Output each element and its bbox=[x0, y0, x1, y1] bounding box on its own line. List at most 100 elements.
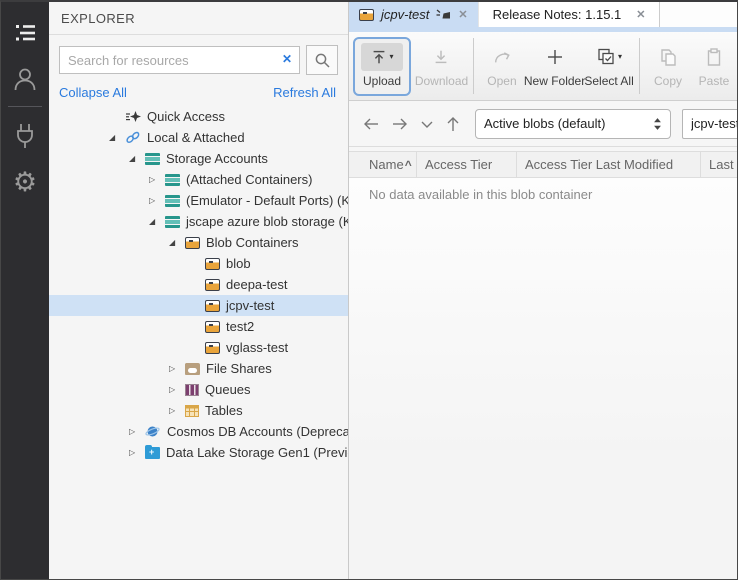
temporary-tab-icon bbox=[436, 8, 451, 21]
twisty-collapsed-icon[interactable]: ▷ bbox=[169, 386, 185, 394]
twisty-collapsed-icon[interactable]: ▷ bbox=[169, 407, 185, 415]
navigation-row: Active blobs (default) bbox=[349, 101, 737, 147]
activity-bar-divider bbox=[8, 106, 42, 107]
tree-item-file-shares[interactable]: ▷ File Shares bbox=[49, 358, 348, 379]
file-share-icon bbox=[185, 363, 200, 375]
account-icon[interactable] bbox=[1, 56, 49, 102]
explorer-icon[interactable] bbox=[1, 10, 49, 56]
explorer-icon-glyph bbox=[12, 20, 38, 46]
twisty-collapsed-icon[interactable]: ▷ bbox=[129, 428, 145, 436]
twisty-expanded-icon[interactable]: ◢ bbox=[129, 155, 145, 163]
activity-bar: ⚙ bbox=[1, 2, 49, 579]
select-all-button[interactable]: ▾ Select All bbox=[584, 39, 634, 94]
blob-container-icon bbox=[205, 321, 220, 333]
back-button[interactable] bbox=[361, 115, 381, 133]
sort-ascending-icon: ^ bbox=[405, 158, 412, 172]
tree-item-label: Blob Containers bbox=[206, 235, 299, 250]
close-tab-icon[interactable]: ✕ bbox=[458, 8, 467, 21]
tree-item-label: Quick Access bbox=[147, 109, 225, 124]
tree-item-label: Data Lake Storage Gen1 (Preview) bbox=[166, 445, 348, 460]
search-input[interactable] bbox=[59, 46, 300, 74]
new-folder-button[interactable]: New Folder bbox=[525, 39, 584, 94]
twisty-collapsed-icon[interactable]: ▷ bbox=[149, 176, 165, 184]
history-dropdown-button[interactable] bbox=[419, 115, 435, 133]
blob-view-selector[interactable]: Active blobs (default) bbox=[475, 109, 671, 139]
tree-item-jcpv-test[interactable]: jcpv-test bbox=[49, 295, 348, 316]
tab-jcpv-test[interactable]: jcpv-test ✕ bbox=[349, 2, 478, 27]
tree-item-local-attached[interactable]: ◢ Local & Attached bbox=[49, 127, 348, 148]
tree-item-attached-containers[interactable]: ▷ (Attached Containers) bbox=[49, 169, 348, 190]
quick-access-pin-icon bbox=[125, 110, 141, 123]
tree-item-label: Cosmos DB Accounts (Deprecated) bbox=[167, 424, 348, 439]
tree-item-label: (Attached Containers) bbox=[186, 172, 312, 187]
tree-item-test2[interactable]: test2 bbox=[49, 316, 348, 337]
plug-icon bbox=[11, 121, 39, 151]
open-icon bbox=[492, 48, 512, 66]
copy-button[interactable]: Copy bbox=[645, 39, 691, 94]
table-icon bbox=[185, 405, 199, 417]
storage-account-icon bbox=[145, 153, 160, 165]
arrow-right-icon bbox=[390, 115, 410, 133]
upload-button[interactable]: ▾ Upload bbox=[353, 37, 411, 96]
tree-item-tables[interactable]: ▷ Tables bbox=[49, 400, 348, 421]
dropdown-arrow-icon: ▾ bbox=[618, 53, 622, 61]
tab-release-notes[interactable]: Release Notes: 1.15.1 ✕ bbox=[478, 2, 661, 27]
twisty-expanded-icon[interactable]: ◢ bbox=[169, 239, 185, 247]
twisty-collapsed-icon[interactable]: ▷ bbox=[169, 365, 185, 373]
clear-search-icon[interactable]: ✕ bbox=[282, 52, 292, 68]
tree-item-vglass-test[interactable]: vglass-test bbox=[49, 337, 348, 358]
blob-container-icon bbox=[185, 237, 200, 249]
gear-icon: ⚙ bbox=[13, 169, 37, 196]
twisty-expanded-icon[interactable]: ◢ bbox=[109, 134, 125, 142]
tree-item-deepa-test[interactable]: deepa-test bbox=[49, 274, 348, 295]
main-panel: jcpv-test ✕ Release Notes: 1.15.1 ✕ bbox=[349, 2, 737, 579]
explorer-panel: EXPLORER ✕ Collapse All Refresh All bbox=[49, 2, 349, 579]
tree-item-storage-accounts[interactable]: ◢ Storage Accounts bbox=[49, 148, 348, 169]
tree-item-queues[interactable]: ▷ Queues bbox=[49, 379, 348, 400]
select-all-icon bbox=[596, 47, 616, 67]
close-tab-icon[interactable]: ✕ bbox=[636, 8, 645, 21]
twisty-expanded-icon[interactable]: ◢ bbox=[149, 218, 165, 226]
tree-item-label: Local & Attached bbox=[147, 130, 245, 145]
open-button[interactable]: Open bbox=[479, 39, 525, 94]
settings-icon[interactable]: ⚙ bbox=[1, 159, 49, 205]
explorer-title: EXPLORER bbox=[49, 2, 348, 35]
forward-button[interactable] bbox=[390, 115, 410, 133]
queue-icon bbox=[185, 384, 199, 396]
paste-button[interactable]: Paste bbox=[691, 39, 737, 94]
blob-container-icon bbox=[205, 342, 220, 354]
column-header-access-tier[interactable]: Access Tier bbox=[417, 152, 517, 177]
blob-list-area: No data available in this blob container bbox=[349, 178, 737, 579]
empty-container-message: No data available in this blob container bbox=[349, 178, 737, 202]
tree-item-cosmos-db[interactable]: ▷ Cosmos DB Accounts (Deprecated) bbox=[49, 421, 348, 442]
collapse-all-link[interactable]: Collapse All bbox=[59, 85, 127, 100]
refresh-all-link[interactable]: Refresh All bbox=[273, 85, 336, 100]
tree-item-label: (Emulator - Default Ports) (Key) bbox=[186, 193, 348, 208]
path-input[interactable] bbox=[682, 109, 737, 139]
copy-icon bbox=[658, 47, 678, 67]
tab-bar: jcpv-test ✕ Release Notes: 1.15.1 ✕ bbox=[349, 2, 737, 32]
search-row: ✕ bbox=[49, 35, 348, 83]
up-level-button[interactable] bbox=[444, 115, 462, 133]
download-icon bbox=[432, 48, 450, 66]
tree-item-blob-containers[interactable]: ◢ Blob Containers bbox=[49, 232, 348, 253]
twisty-collapsed-icon[interactable]: ▷ bbox=[129, 449, 145, 457]
blob-table-header: Name ^ Access Tier Access Tier Last Modi… bbox=[349, 151, 737, 178]
tree-item-jscape-storage[interactable]: ◢ jscape azure blob storage (Key) bbox=[49, 211, 348, 232]
tree-item-quick-access[interactable]: Quick Access bbox=[49, 106, 348, 127]
upload-icon bbox=[370, 48, 388, 66]
tree-item-data-lake[interactable]: ▷ Data Lake Storage Gen1 (Preview) bbox=[49, 442, 348, 463]
twisty-collapsed-icon[interactable]: ▷ bbox=[149, 197, 165, 205]
column-header-access-tier-last-modified[interactable]: Access Tier Last Modified bbox=[517, 152, 701, 177]
tree-item-blob[interactable]: blob bbox=[49, 253, 348, 274]
column-header-last-modified[interactable]: Last Modified bbox=[701, 152, 737, 177]
tree-item-emulator[interactable]: ▷ (Emulator - Default Ports) (Key) bbox=[49, 190, 348, 211]
download-button[interactable]: Download bbox=[415, 39, 468, 94]
connect-icon[interactable] bbox=[1, 113, 49, 159]
select-spinner-icon bbox=[653, 116, 662, 132]
search-button[interactable] bbox=[306, 45, 338, 75]
column-header-name[interactable]: Name ^ bbox=[349, 152, 417, 177]
plus-icon bbox=[545, 47, 565, 67]
tree-item-label: jscape azure blob storage (Key) bbox=[186, 214, 348, 229]
toolbar-separator bbox=[639, 38, 640, 94]
